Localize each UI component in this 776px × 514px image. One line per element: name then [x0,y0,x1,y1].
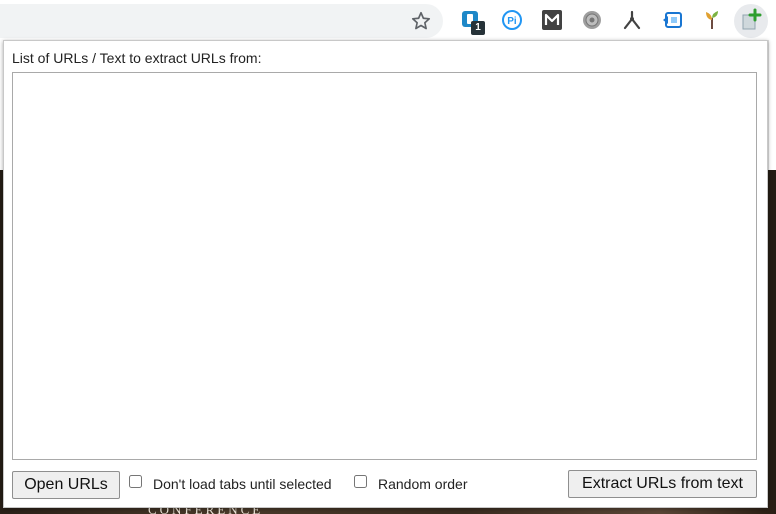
extension-popup: List of URLs / Text to extract URLs from… [3,40,768,508]
urls-textarea[interactable] [12,72,757,460]
pushbullet-icon[interactable]: 1 [460,9,485,35]
svg-text:Pi: Pi [507,16,517,27]
bookmark-star-icon[interactable] [410,10,432,32]
browser-toolbar: 1 Pi [0,0,776,40]
extract-urls-button[interactable]: Extract URLs from text [568,470,757,498]
tab-manager-icon[interactable] [661,9,683,31]
open-multiple-urls-extension-button[interactable] [734,4,768,38]
lazy-load-label: Don't load tabs until selected [153,476,332,492]
pi-icon[interactable]: Pi [501,9,523,31]
notification-badge: 1 [471,21,485,35]
background-page-edge [768,40,776,170]
compass-icon[interactable] [621,9,643,31]
urls-textarea-label: List of URLs / Text to extract URLs from… [12,50,262,66]
plant-icon[interactable] [701,9,723,31]
random-order-label: Random order [378,476,468,492]
lazy-load-checkbox[interactable] [129,475,142,488]
gear-icon[interactable] [581,9,603,31]
random-order-checkbox[interactable] [354,475,367,488]
address-bar[interactable] [0,4,443,38]
open-urls-button[interactable]: Open URLs [12,471,120,499]
plus-icon [742,8,762,30]
mailtrack-icon[interactable] [541,9,563,31]
